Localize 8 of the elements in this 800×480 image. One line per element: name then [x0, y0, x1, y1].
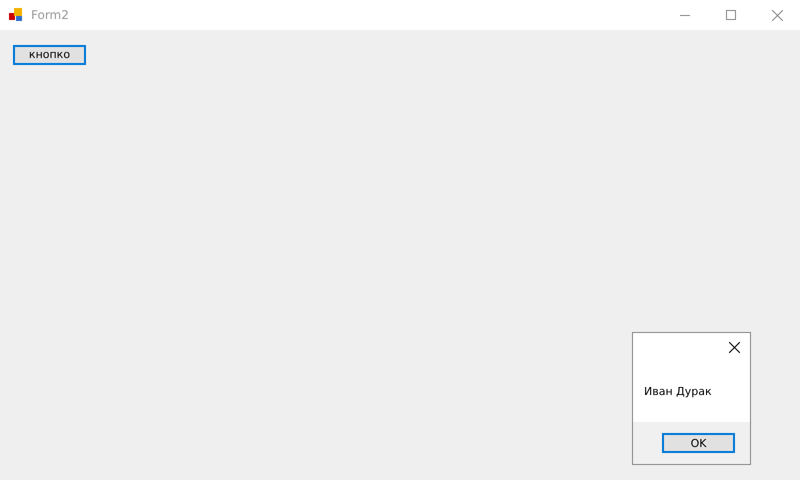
maximize-icon — [726, 10, 736, 20]
message-text: Иван Дурак — [644, 385, 712, 398]
ok-button[interactable]: OK — [662, 433, 735, 453]
app-icon — [9, 8, 23, 22]
close-icon — [728, 342, 740, 352]
window-title: Form2 — [31, 8, 69, 22]
form-button[interactable]: кнопко — [13, 44, 86, 64]
close-icon — [772, 10, 782, 20]
